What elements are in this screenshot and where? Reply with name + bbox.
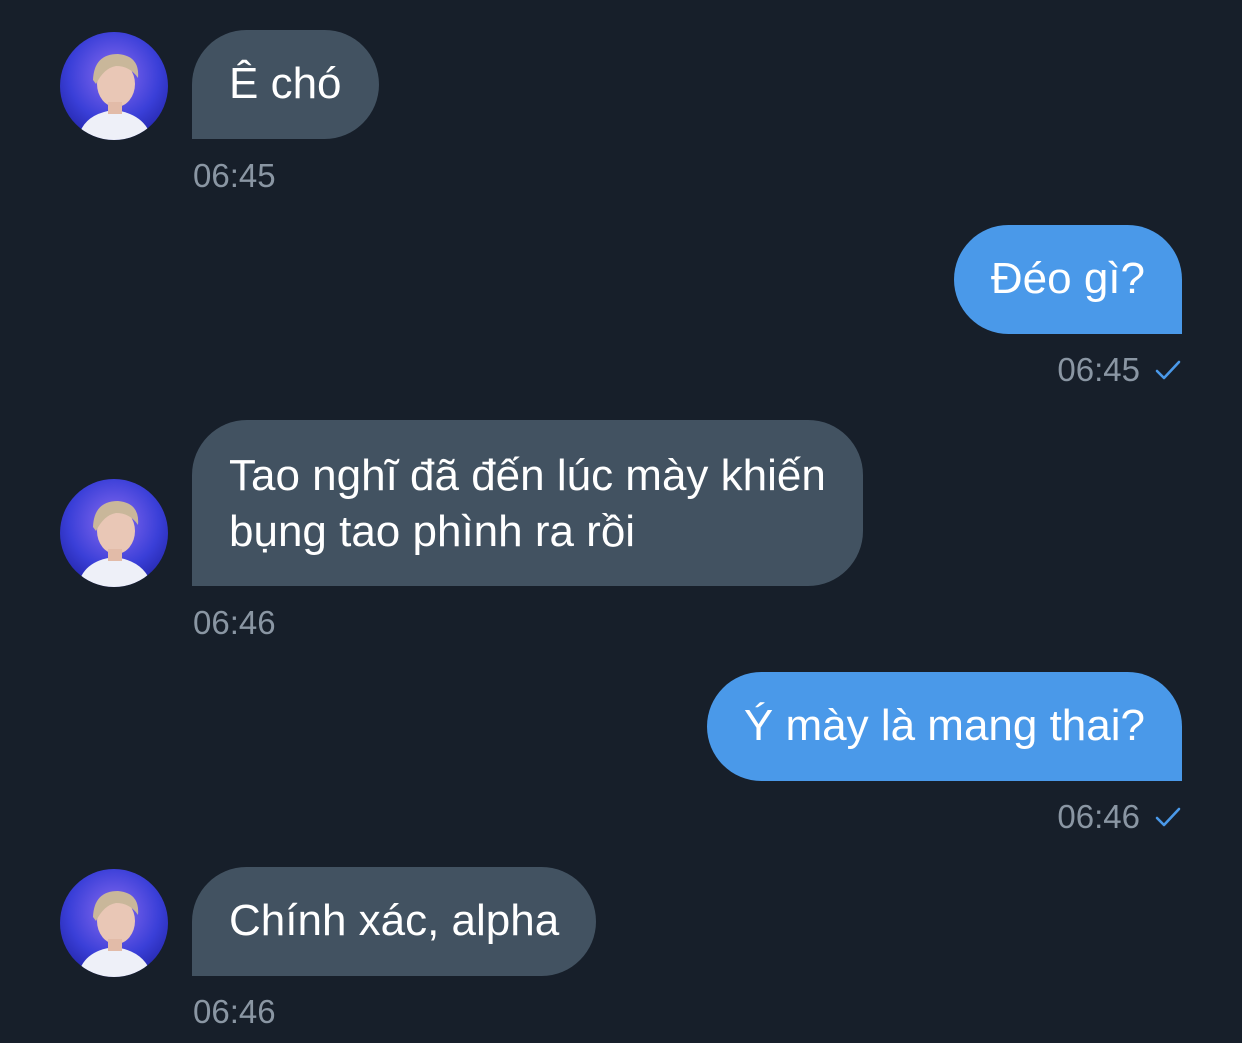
check-icon <box>1155 807 1181 827</box>
message-timestamp: 06:46 <box>1057 798 1140 835</box>
avatar-photo-icon <box>60 869 168 977</box>
message-text-line: Tao nghĩ đã đến lúc mày khiến <box>229 451 826 500</box>
outgoing-message-bubble[interactable]: Ý mày là mang thai? <box>706 672 1182 781</box>
incoming-message-bubble[interactable]: Ê chó <box>192 30 379 139</box>
check-icon <box>1155 360 1181 380</box>
outgoing-message-bubble[interactable]: Đéo gì? <box>953 225 1182 334</box>
message-text-line: bụng tao phình ra rồi <box>229 507 636 556</box>
message-timestamp: 06:45 <box>193 157 276 194</box>
message-text: Ý mày là mang thai? <box>743 701 1145 750</box>
message-timestamp: 06:45 <box>1057 351 1140 388</box>
incoming-message-bubble[interactable]: Chính xác, alpha <box>192 867 597 976</box>
message-text: Ê chó <box>229 59 342 108</box>
avatar[interactable] <box>60 32 168 140</box>
message-meta: 06:46 <box>1057 797 1182 837</box>
message-text: Chính xác, alpha <box>229 896 560 945</box>
avatar[interactable] <box>60 869 168 977</box>
message-timestamp: 06:46 <box>193 993 276 1030</box>
chat-thread: Ê chó 06:45 Đéo gì? 06:45 Tao nghĩ đã đế… <box>0 0 1242 1043</box>
avatar[interactable] <box>60 479 168 587</box>
avatar-photo-icon <box>60 479 168 587</box>
message-text: Đéo gì? <box>990 254 1145 303</box>
avatar-photo-icon <box>60 32 168 140</box>
message-timestamp: 06:46 <box>193 604 276 641</box>
message-meta: 06:45 <box>1057 350 1182 390</box>
incoming-message-bubble[interactable]: Tao nghĩ đã đến lúc mày khiến bụng tao p… <box>192 420 863 586</box>
